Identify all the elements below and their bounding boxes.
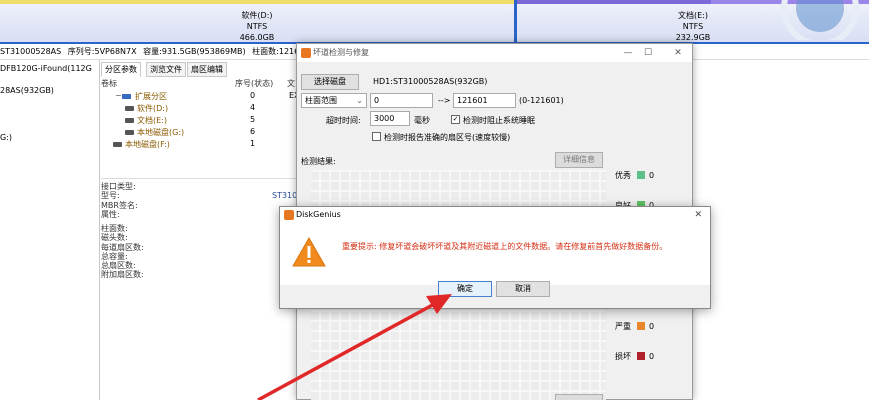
range-hint: (0-121601) [519, 96, 564, 105]
sleep-checkbox[interactable]: ✓ [451, 115, 460, 124]
tree-item-disk2[interactable]: DFB120G-iFound(112G [0, 64, 92, 73]
legend-swatch [637, 171, 645, 179]
partition-d-label: 软件(D:) [241, 11, 273, 20]
results-label: 检测结果: [301, 157, 336, 166]
row-name: 扩展分区 [135, 92, 167, 101]
partition-d-fs: NTFS [246, 22, 268, 31]
dialog-body: 重要提示: 修复坏道会破坏坏道及其附近磁道上的文件数据。请在修复前首先做好数据备… [280, 223, 710, 285]
property-group-geometry: 柱面数: 磁头数: 每道扇区数: 总容量: 总扇区数: 附加扇区数: [101, 224, 144, 280]
property-label: 型号: [101, 191, 120, 201]
app-icon [284, 210, 294, 220]
property-label: MBR签名: [101, 200, 138, 210]
chevron-down-icon: ⌄ [356, 96, 363, 105]
range-to-input[interactable]: 121601 [453, 93, 516, 108]
legend-count: 0 [649, 171, 655, 180]
timeout-label: 超时时间: [326, 116, 361, 125]
ok-button[interactable]: 确定 [438, 281, 492, 297]
disk-model: ST31000528AS [0, 47, 62, 56]
tree-item-disk1[interactable]: 28AS(932GB) [0, 86, 54, 95]
range-mode-select[interactable]: 柱面范围 ⌄ [301, 93, 367, 108]
col-seq: 序号(状态) [235, 79, 274, 88]
legend-label: 严重 [615, 322, 631, 331]
dialog-title: 坏道检测与修复 [313, 48, 369, 57]
tab-sector-edit[interactable]: 扇区编辑 [187, 62, 227, 77]
legend-damaged: 损坏 0 [615, 351, 654, 362]
legend-swatch [637, 322, 645, 330]
dialog-title: DiskGenius [296, 210, 341, 219]
legend-swatch [637, 352, 645, 360]
property-label: 附加扇区数: [101, 270, 144, 280]
close-icon[interactable]: ✕ [694, 207, 702, 223]
dialog-titlebar: DiskGenius ✕ [280, 207, 710, 223]
detail-button[interactable]: 详细信息 [555, 152, 603, 168]
col-fs: 文 [287, 79, 295, 88]
legend-label: 优秀 [615, 171, 631, 180]
property-label: 属性: [101, 209, 120, 219]
range-mode-value: 柱面范围 [305, 96, 337, 105]
decorative-graphic [781, 0, 859, 40]
drive-icon [113, 142, 122, 147]
row-seq: 4 [250, 103, 256, 112]
drive-icon [125, 118, 134, 123]
tree-expander[interactable]: − [115, 91, 122, 100]
bottom-button[interactable] [555, 394, 603, 400]
disk-serial: 序列号:5VP68N7X [67, 47, 137, 56]
row-seq: 0 [250, 91, 256, 100]
sleep-checkbox-label: 检测时阻止系统睡眠 [463, 116, 535, 125]
select-disk-button[interactable]: 选择磁盘 [301, 74, 359, 90]
row-seq: 6 [250, 127, 256, 136]
report-checkbox[interactable] [372, 132, 381, 141]
row-name: 文档(E:) [137, 116, 167, 125]
row-name: 本地磁盘(G:) [137, 128, 185, 137]
timeout-unit: 毫秒 [414, 116, 430, 125]
grid-header: 卷标 序号(状态) 文 [101, 78, 311, 89]
range-from-input[interactable]: 0 [370, 93, 433, 108]
disk-tree: DFB120G-iFound(112G 28AS(932GB) G:) [0, 60, 100, 400]
tab-partition-params[interactable]: 分区参数 [101, 62, 141, 77]
legend-severe: 严重 0 [615, 321, 654, 332]
warning-icon [292, 237, 326, 267]
row-name: 本地磁盘(F:) [125, 140, 170, 149]
legend-label: 损坏 [615, 352, 631, 361]
partition-d-usage-stripe [0, 0, 514, 4]
minimize-icon[interactable]: — [618, 44, 638, 62]
divider [101, 178, 296, 179]
disk-capacity: 容量:931.5GB(953869MB) [143, 47, 246, 56]
legend-count: 0 [649, 352, 655, 361]
legend-count: 0 [649, 322, 655, 331]
close-icon[interactable]: ✕ [668, 44, 688, 62]
partition-e-usage-fill [517, 0, 711, 4]
legend-excellent: 优秀 0 [615, 170, 654, 181]
report-checkbox-label: 检测时报告准确的扇区号(速度较慢) [384, 133, 511, 142]
maximize-icon[interactable]: ☐ [638, 44, 658, 62]
property-label: 磁头数: [101, 233, 128, 243]
partition-d[interactable]: 软件(D:) NTFS 466.0GB [0, 0, 514, 42]
drive-icon [125, 130, 134, 135]
row-seq: 1 [250, 139, 256, 148]
timeout-input[interactable]: 3000 [370, 111, 410, 126]
property-label: 接口类型: [101, 182, 136, 191]
property-group-interface: 接口类型: 型号: MBR签名: 属性: [101, 182, 138, 219]
partition-icon [122, 94, 131, 99]
row-name: 软件(D:) [137, 104, 169, 113]
col-volume: 卷标 [101, 79, 117, 88]
partition-d-size: 466.0GB [239, 33, 275, 42]
tree-item-g[interactable]: G:) [0, 133, 12, 142]
property-label: 每道扇区数: [101, 242, 144, 252]
app-icon [301, 48, 311, 58]
dialog-titlebar: 坏道检测与修复 — ☐ ✕ [297, 44, 692, 62]
warning-message: 重要提示: 修复坏道会破坏坏道及其附近磁道上的文件数据。请在修复前首先做好数据备… [342, 242, 668, 251]
property-label: 总容量: [101, 251, 128, 261]
disk-name: HD1:ST31000528AS(932GB) [373, 77, 488, 86]
cancel-button[interactable]: 取消 [496, 281, 550, 297]
range-arrow: --> [438, 96, 451, 105]
tab-browse-files[interactable]: 浏览文件 [146, 62, 186, 77]
model-value: ST310 [272, 191, 298, 200]
drive-icon [125, 106, 134, 111]
confirm-dialog: DiskGenius ✕ 重要提示: 修复坏道会破坏坏道及其附近磁道上的文件数据… [279, 206, 711, 309]
property-label: 柱面数: [101, 224, 128, 233]
row-seq: 5 [250, 115, 256, 124]
